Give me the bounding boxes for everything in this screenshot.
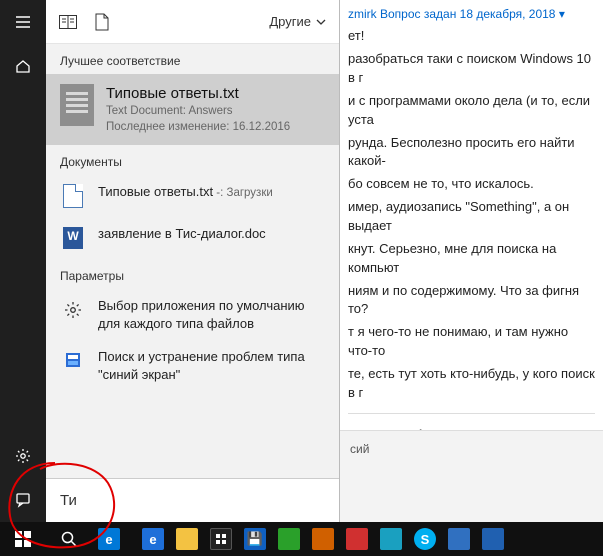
taskbar-skype-icon[interactable]: S bbox=[408, 522, 442, 556]
webpage-body: zmirk Вопрос задан 18 декабря, 2018 ▾ ет… bbox=[340, 0, 603, 530]
divider bbox=[348, 413, 595, 414]
result-title: заявление в Тис-диалог.doc bbox=[98, 226, 266, 241]
page-footer: сий bbox=[340, 430, 603, 530]
taskbar-app-icon[interactable] bbox=[374, 522, 408, 556]
feedback-icon[interactable] bbox=[0, 478, 46, 522]
body-text: т я чего-то не понимаю, и там нужно что-… bbox=[348, 323, 595, 361]
footer-fragment: сий bbox=[350, 442, 369, 456]
document-result[interactable]: Типовые ответы.txt -: Загрузки bbox=[46, 175, 339, 217]
body-text: разобраться таки с поиском Windows 10 в … bbox=[348, 50, 595, 88]
word-doc-icon bbox=[60, 225, 86, 251]
gear-icon bbox=[60, 297, 86, 323]
search-panel: Другие Лучшее соответствие Типовые ответ… bbox=[46, 0, 340, 522]
taskbar-search-icon[interactable] bbox=[46, 522, 92, 556]
filters-label: Другие bbox=[269, 14, 311, 29]
result-title: Выбор приложения по умолчанию для каждог… bbox=[98, 298, 305, 331]
body-text: имер, аудиозапись "Something", а он выда… bbox=[348, 198, 595, 236]
taskbar-app-icon[interactable] bbox=[272, 522, 306, 556]
home-icon[interactable] bbox=[0, 44, 46, 88]
result-modified: Последнее изменение: 16.12.2016 bbox=[106, 120, 325, 136]
page-root: zmirk Вопрос задан 18 декабря, 2018 ▾ ет… bbox=[0, 0, 603, 556]
search-input[interactable]: Ти bbox=[46, 478, 339, 522]
body-text: рунда. Бесполезно просить его найти како… bbox=[348, 134, 595, 172]
cortana-rail bbox=[0, 0, 46, 522]
body-text: ниям и по содержимому. Что за фигня то? bbox=[348, 282, 595, 320]
settings-result[interactable]: Выбор приложения по умолчанию для каждог… bbox=[46, 289, 339, 340]
body-text: и с программами около дела (и то, если у… bbox=[348, 92, 595, 130]
settings-result[interactable]: Поиск и устранение проблем типа "синий э… bbox=[46, 340, 339, 391]
panel-header: Другие bbox=[46, 0, 339, 44]
settings-icon[interactable] bbox=[0, 434, 46, 478]
taskbar-explorer-icon[interactable] bbox=[170, 522, 204, 556]
result-subtitle: Text Document: Answers bbox=[106, 104, 325, 120]
reading-view-icon[interactable] bbox=[58, 12, 78, 32]
body-text: те, есть тут хоть кто-нибудь, у кого пои… bbox=[348, 365, 595, 403]
taskbar-store-icon[interactable] bbox=[204, 522, 238, 556]
troubleshoot-icon bbox=[60, 348, 86, 374]
body-text: ет! bbox=[348, 27, 595, 46]
section-documents: Документы bbox=[46, 145, 339, 175]
result-title: Поиск и устранение проблем типа "синий э… bbox=[98, 349, 305, 382]
body-text: кнут. Серьезно, мне для поиска на компью… bbox=[348, 240, 595, 278]
section-best-match: Лучшее соответствие bbox=[46, 44, 339, 74]
taskbar-app-icon[interactable] bbox=[340, 522, 374, 556]
taskbar-edge-icon[interactable]: e bbox=[92, 522, 126, 556]
taskbar-app-icon[interactable] bbox=[476, 522, 510, 556]
taskbar-ie-icon[interactable]: e bbox=[136, 522, 170, 556]
result-title: Типовые ответы.txt bbox=[98, 184, 213, 199]
result-location: -: Загрузки bbox=[213, 187, 273, 199]
document-result[interactable]: заявление в Тис-диалог.doc bbox=[46, 217, 339, 259]
results-list: Лучшее соответствие Типовые ответы.txt T… bbox=[46, 44, 339, 478]
hamburger-icon[interactable] bbox=[0, 0, 46, 44]
taskbar: e e 💾 S bbox=[0, 522, 603, 556]
body-text: бо совсем не то, что искалось. bbox=[348, 175, 595, 194]
taskbar-app-icon[interactable] bbox=[442, 522, 476, 556]
best-match-result[interactable]: Типовые ответы.txt Text Document: Answer… bbox=[46, 74, 339, 145]
text-file-icon bbox=[60, 84, 94, 126]
taskbar-app-icon[interactable]: 💾 bbox=[238, 522, 272, 556]
search-input-value: Ти bbox=[60, 492, 77, 509]
section-settings: Параметры bbox=[46, 259, 339, 289]
taskbar-app-icon[interactable] bbox=[306, 522, 340, 556]
chevron-down-icon bbox=[315, 16, 327, 28]
start-button[interactable] bbox=[0, 522, 46, 556]
result-title: Типовые ответы.txt bbox=[106, 84, 325, 104]
document-icon[interactable] bbox=[92, 12, 112, 32]
text-file-icon bbox=[60, 183, 86, 209]
filters-dropdown[interactable]: Другие bbox=[269, 14, 327, 29]
question-meta: zmirk Вопрос задан 18 декабря, 2018 ▾ bbox=[348, 6, 595, 23]
